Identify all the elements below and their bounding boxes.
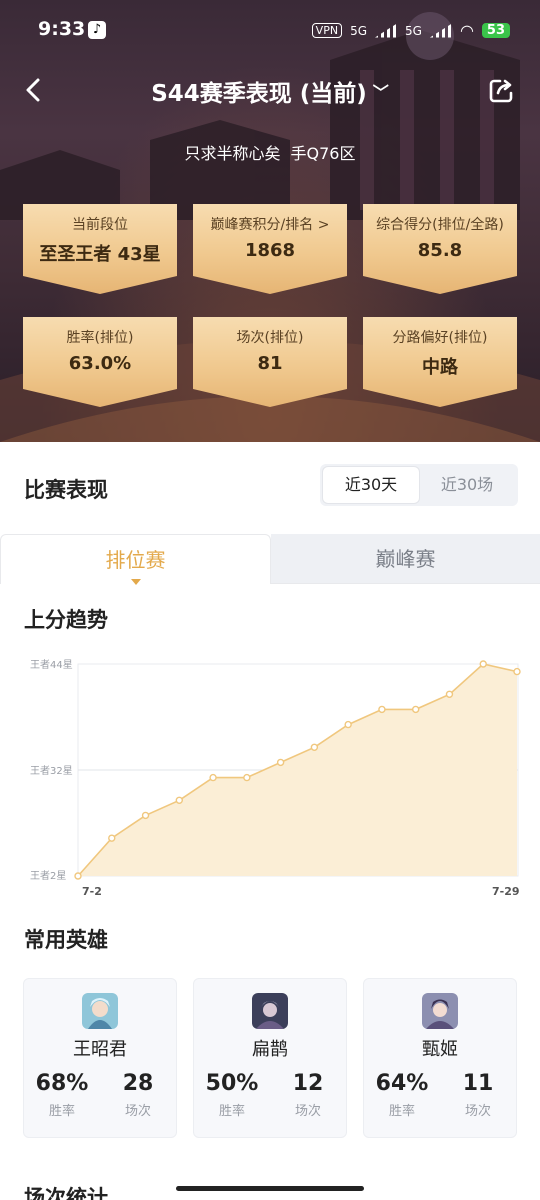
stat-card-score: 综合得分(排位/全路) 85.8 — [363, 204, 517, 294]
hero-card-zhenji[interactable]: 甄姬 64% 胜率 11 场次 — [363, 978, 517, 1138]
hero-matches: 11 — [462, 1071, 494, 1096]
performance-heading: 比赛表现 — [24, 478, 108, 502]
trend-point[interactable] — [243, 773, 251, 782]
y-tick-label: 王者44星 — [30, 659, 73, 671]
stat-value: 1868 — [244, 240, 296, 261]
range-toggle: 近30天 近30场 — [320, 464, 518, 506]
stat-label: 巅峰赛积分/排名 > — [210, 217, 330, 233]
tab-peak[interactable]: 巅峰赛 — [271, 534, 540, 584]
trend-point[interactable] — [445, 690, 454, 698]
hero-matches: 28 — [122, 1071, 154, 1096]
battery-level: 53 — [481, 23, 510, 38]
y-tick-label: 王者2星 — [30, 870, 66, 882]
share-icon[interactable] — [488, 76, 516, 104]
hero-stats: 50% 胜率 12 场次 — [194, 1071, 346, 1119]
stat-label: 胜率(排位) — [66, 330, 134, 346]
trend-point[interactable] — [175, 796, 184, 804]
heroes-heading: 常用英雄 — [24, 928, 108, 952]
home-indicator[interactable] — [176, 1186, 364, 1191]
win-rate-caption: 胜率 — [388, 1104, 415, 1119]
trend-point[interactable] — [310, 743, 319, 751]
trend-point[interactable] — [513, 667, 521, 676]
match-type-tabs: 排位赛 巅峰赛 — [0, 534, 540, 585]
win-rate-caption: 胜率 — [218, 1104, 245, 1119]
stat-label: 分路偏好(排位) — [392, 330, 488, 346]
hero-matches: 12 — [292, 1071, 324, 1096]
stat-card-peak[interactable]: 巅峰赛积分/排名 > 1868 — [193, 204, 347, 294]
player-server: 手Q76区 — [290, 144, 356, 163]
trend-point[interactable] — [108, 834, 116, 842]
stat-value: 中路 — [422, 357, 458, 378]
season-title[interactable]: S44赛季表现 (当前) ﹀ — [0, 74, 540, 108]
trend-point[interactable] — [141, 811, 150, 820]
trend-point[interactable] — [378, 705, 386, 714]
nav-bar: S44赛季表现 (当前) ﹀ — [0, 70, 540, 110]
status-time: 9:33 — [38, 18, 86, 40]
y-tick-label: 王者32星 — [30, 765, 73, 777]
stat-label: 场次(排位) — [236, 330, 304, 346]
stat-value: 至圣王者 43星 — [39, 244, 161, 265]
hero-win-rate: 50% — [205, 1071, 259, 1096]
stat-value: 63.0% — [68, 353, 132, 374]
stat-value: 81 — [257, 353, 283, 374]
signal-icon-2 — [429, 23, 452, 38]
range-option-30-matches[interactable]: 近30场 — [419, 467, 515, 503]
trend-point[interactable] — [209, 773, 217, 782]
stat-card-rank: 当前段位 至圣王者 43星 — [23, 204, 177, 294]
tab-ranked[interactable]: 排位赛 — [0, 534, 271, 585]
stat-card-lane: 分路偏好(排位) 中路 — [363, 317, 517, 407]
stat-label: 综合得分(排位/全路) — [376, 217, 504, 233]
hero-card-bianque[interactable]: 扁鹊 50% 胜率 12 场次 — [193, 978, 347, 1138]
stat-card-matches: 场次(排位) 81 — [193, 317, 347, 407]
tab-divider — [270, 583, 540, 584]
matches-caption: 场次 — [124, 1104, 151, 1119]
vpn-badge: VPN — [311, 23, 343, 38]
hero-name: 王昭君 — [73, 1039, 127, 1060]
player-info: 只求半称心矣 手Q76区 — [0, 140, 540, 164]
tab-ranked-label: 排位赛 — [105, 548, 166, 572]
trend-point[interactable] — [344, 720, 352, 729]
hero-stats: 68% 胜率 28 场次 — [24, 1071, 176, 1119]
stat-label: 当前段位 — [72, 217, 128, 233]
trend-point[interactable] — [479, 660, 487, 668]
range-option-30-days[interactable]: 近30天 — [323, 467, 419, 503]
player-name: 只求半称心矣 — [184, 144, 281, 163]
win-rate-caption: 胜率 — [48, 1104, 75, 1119]
hero-card-wangzhaojun[interactable]: 王昭君 68% 胜率 28 场次 — [23, 978, 177, 1138]
hero-avatar — [252, 993, 288, 1029]
season-title-text: S44赛季表现 (当前) — [151, 81, 367, 107]
tiktok-icon: ♪ — [88, 21, 106, 39]
hero-stats: 64% 胜率 11 场次 — [364, 1071, 516, 1119]
matches-caption: 场次 — [294, 1104, 321, 1119]
hero-win-rate: 68% — [35, 1071, 89, 1096]
season-header: 9:33 ♪ VPN 5G 5G ◠ 53 S44赛季表现 (当前) ﹀ 只求半称… — [0, 0, 540, 442]
trend-point[interactable] — [276, 758, 285, 767]
stat-value: 85.8 — [417, 240, 463, 261]
x-tick-label: 7-2 — [82, 885, 102, 898]
network-label-2: 5G — [405, 23, 422, 38]
rank-trend-chart: 王者44星 王者32星 王者2星 7-2 7-29 — [30, 659, 521, 898]
trend-heading: 上分趋势 — [24, 608, 108, 632]
x-tick-label: 7-29 — [492, 885, 520, 898]
signal-icon — [375, 23, 397, 38]
trend-point[interactable] — [74, 872, 82, 880]
hero-avatar — [82, 993, 118, 1029]
trend-point[interactable] — [411, 705, 420, 714]
status-bar: 9:33 ♪ VPN 5G 5G ◠ 53 — [38, 18, 510, 46]
wifi-icon: ◠ — [459, 21, 474, 40]
hero-name: 扁鹊 — [252, 1039, 288, 1060]
hero-name: 甄姬 — [422, 1039, 458, 1060]
hero-avatar — [422, 993, 458, 1029]
hero-win-rate: 64% — [375, 1071, 429, 1096]
tab-peak-label: 巅峰赛 — [375, 547, 436, 571]
matches-caption: 场次 — [464, 1104, 491, 1119]
network-label: 5G — [350, 23, 367, 38]
stat-card-winrate: 胜率(排位) 63.0% — [23, 317, 177, 407]
match-stats-heading: 场次统计 — [24, 1186, 108, 1200]
tab-indicator-icon — [130, 579, 141, 585]
chevron-down-icon: ﹀ — [372, 83, 389, 102]
